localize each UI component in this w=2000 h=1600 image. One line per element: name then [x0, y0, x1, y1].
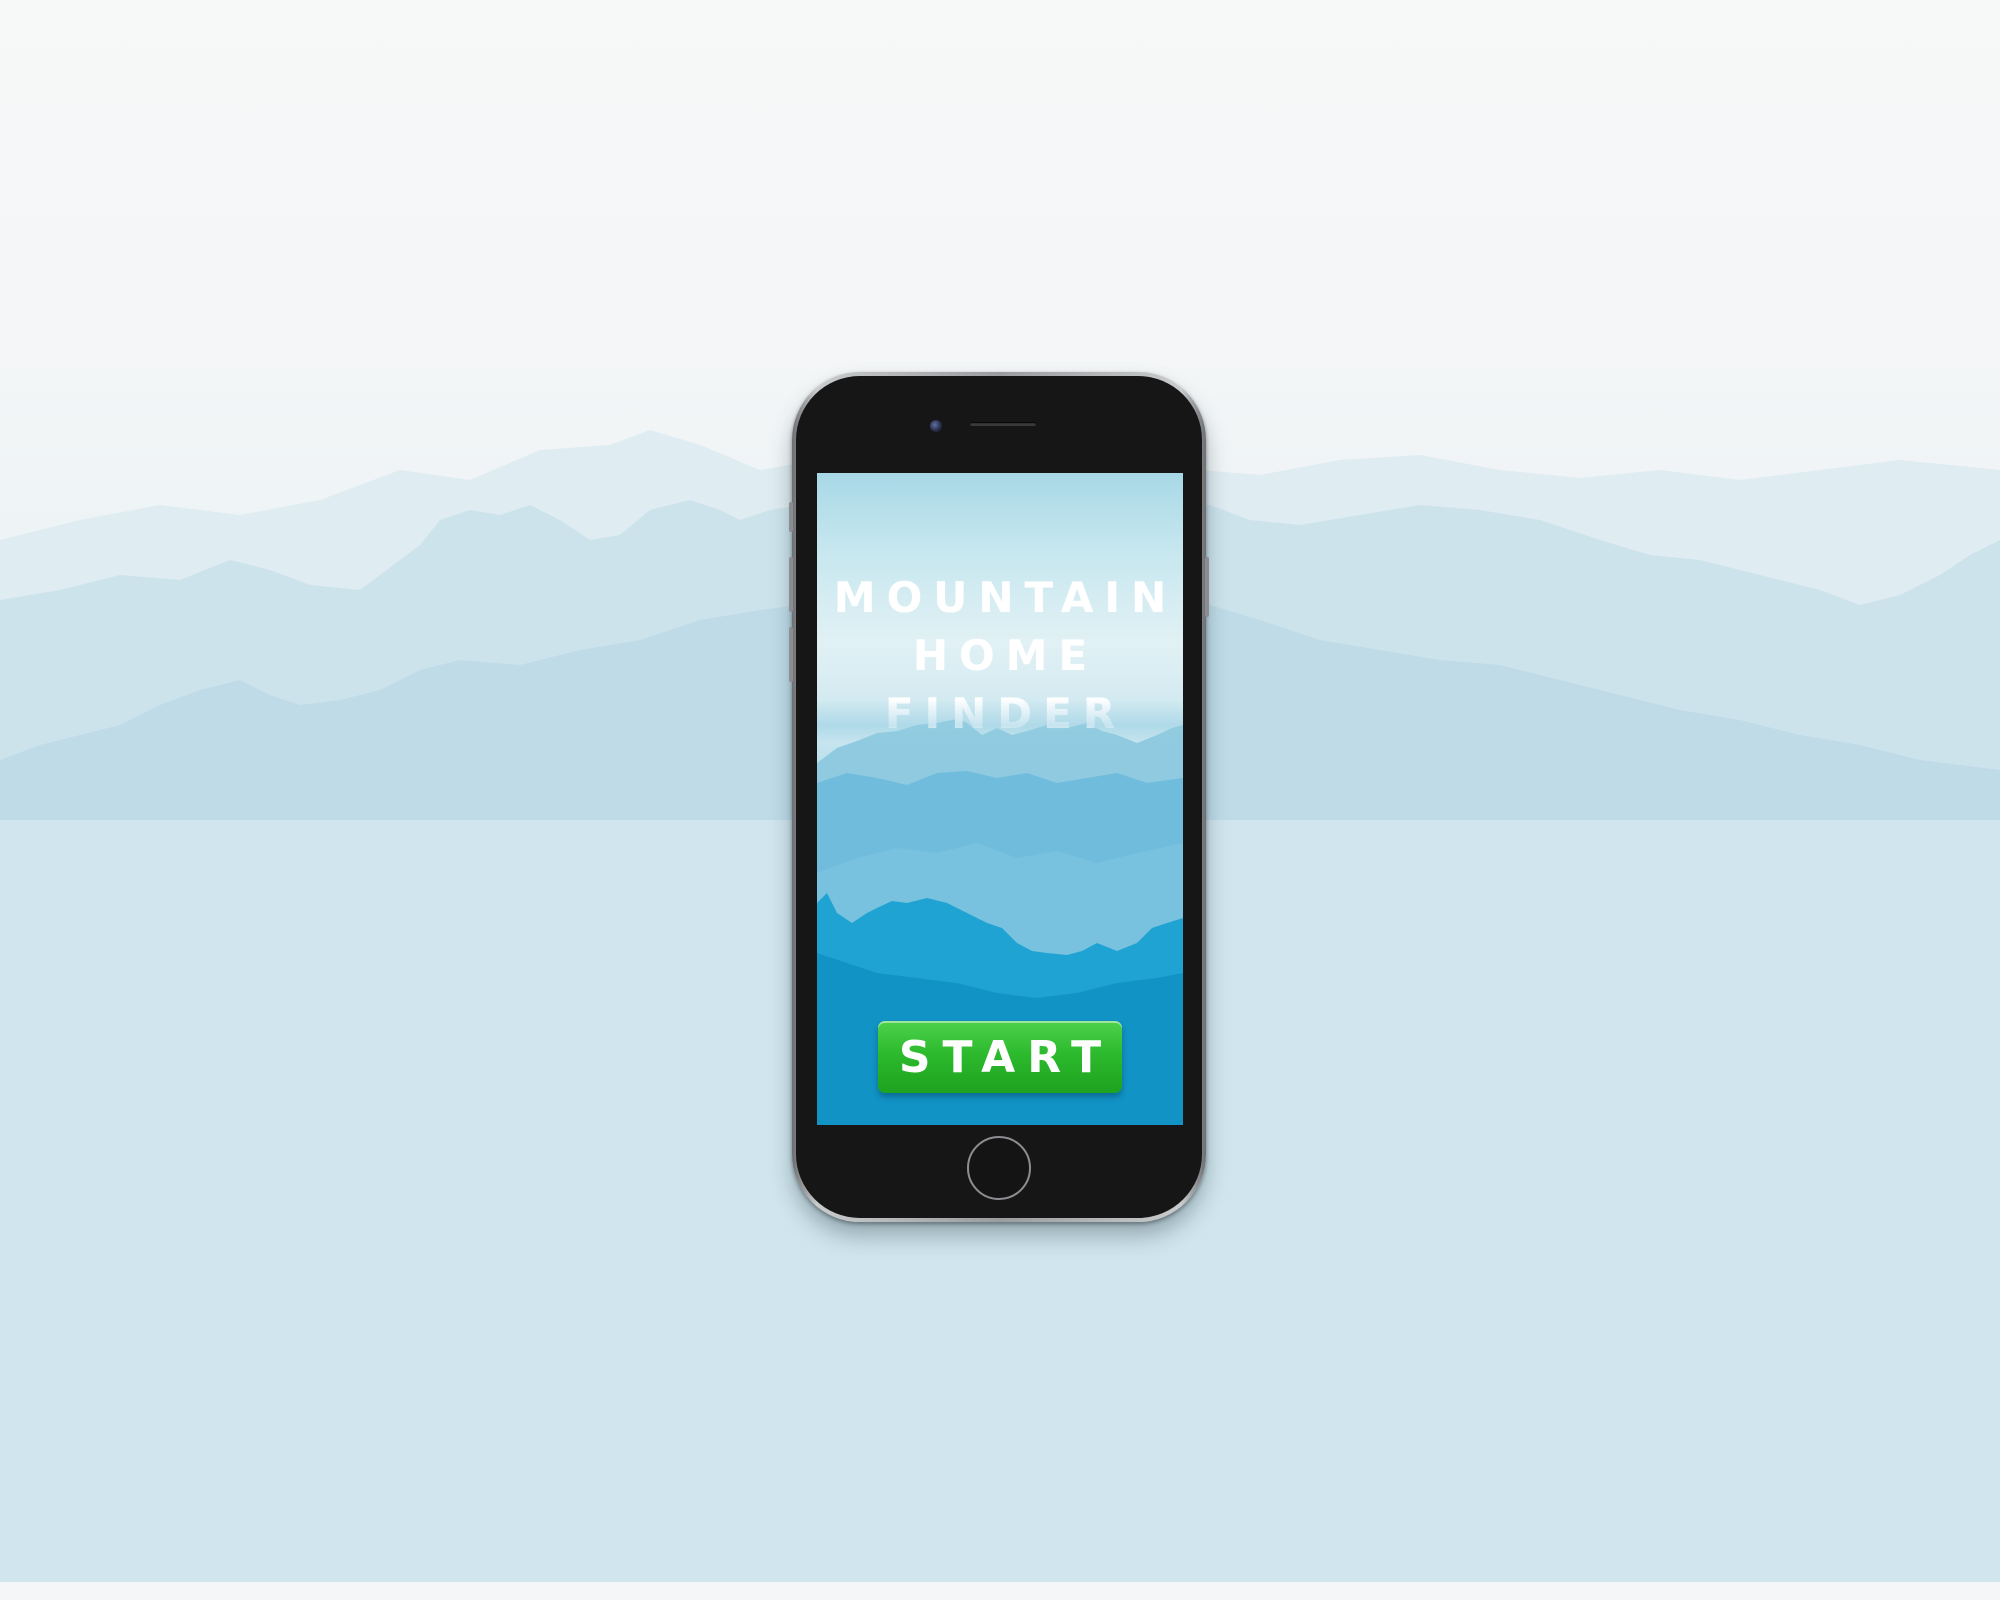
phone-body: MOUNTAIN HOME FINDER START: [796, 376, 1202, 1218]
mute-switch: [789, 502, 793, 532]
front-camera-icon: [930, 420, 942, 432]
power-button: [1205, 557, 1209, 617]
phone-mockup: MOUNTAIN HOME FINDER START: [789, 372, 1209, 1222]
app-screen: MOUNTAIN HOME FINDER START: [817, 473, 1183, 1125]
start-button[interactable]: START: [878, 1021, 1122, 1093]
home-button-icon[interactable]: [967, 1136, 1031, 1200]
app-title-line-2: HOME: [912, 631, 1099, 680]
bottom-strip: [0, 1582, 2000, 1600]
mockup-page: MOUNTAIN HOME FINDER START: [0, 0, 2000, 1600]
title-mist-overlay: [817, 699, 1183, 743]
volume-up-button: [789, 557, 793, 612]
earpiece-speaker-icon: [970, 422, 1036, 426]
volume-down-button: [789, 627, 793, 682]
app-title-line-1: MOUNTAIN: [833, 573, 1178, 622]
